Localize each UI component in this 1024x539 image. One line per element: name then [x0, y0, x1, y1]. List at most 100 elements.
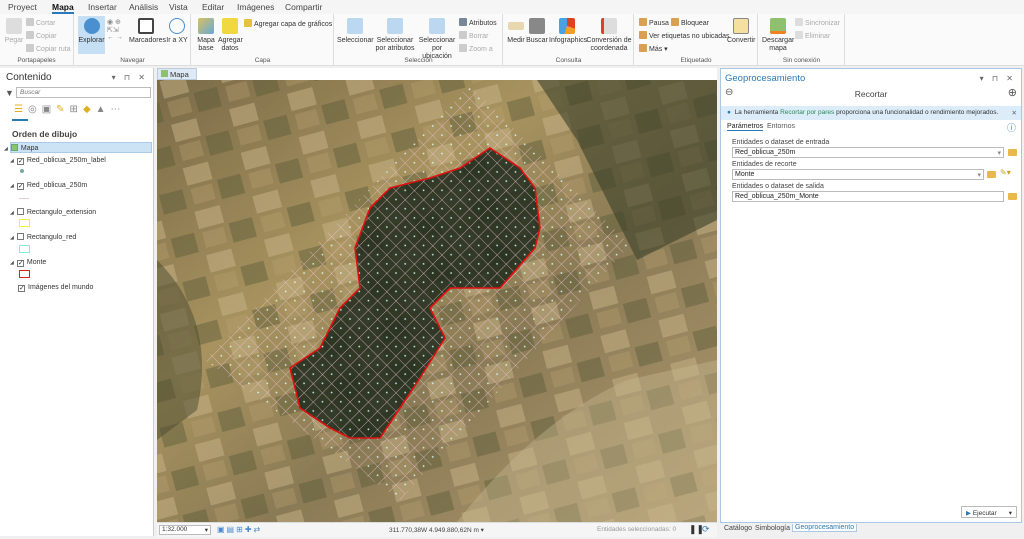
tab-compartir[interactable]: Compartir [285, 2, 322, 12]
tab-mapa[interactable]: Mapa [52, 2, 74, 14]
folder-icon[interactable] [1008, 149, 1017, 156]
refresh-button[interactable]: ⟳ [702, 524, 710, 535]
mas-button[interactable]: Más ▾ [639, 44, 668, 53]
layer-rectangulo-red[interactable]: ◢ Rectangulo_red [10, 233, 76, 241]
ver-etiquetas-button[interactable]: Ver etiquetas no ubicadas [639, 31, 730, 40]
explorar-button[interactable]: Explorar [78, 16, 105, 54]
nav-small-tools[interactable]: ◉ ⊕ ⇱⇲ ← → [107, 18, 123, 41]
contents-view-toolbar[interactable]: ☰◎▣✎⊞◆▲⋯ [14, 104, 140, 118]
editing-icon: ✎ [56, 104, 70, 115]
output-features-field[interactable]: Red_oblicua_250m_Monte [732, 191, 1004, 202]
ribbon-tabs: Proyect Mapa Insertar Análisis Vista Edi… [0, 0, 1024, 14]
add-button[interactable]: ⊕ [1008, 86, 1017, 99]
convertir-button[interactable]: Convertir [727, 18, 755, 45]
geoprocessing-title: Geoprocesamiento [725, 73, 806, 84]
input-features-field[interactable]: Red_oblicua_250m ▾ [732, 147, 1004, 158]
infographics-button[interactable]: Infographics [549, 18, 587, 45]
group-label: Selección [404, 57, 433, 64]
ir-xy-button[interactable]: Ir a XY [165, 18, 189, 45]
recortar-por-pares-link[interactable]: Recortar por pares [780, 109, 834, 116]
map-canvas[interactable] [157, 80, 717, 522]
descargar-mapa-button[interactable]: Descargar mapa [762, 18, 794, 53]
map-icon [10, 144, 18, 151]
scale-selector[interactable]: 1:32.000 ▾ [159, 525, 211, 535]
layer-mapa[interactable]: ◢ Mapa [4, 144, 38, 152]
polygon-symbol-yellow [19, 219, 30, 227]
pausa-button[interactable]: Pausa [639, 18, 669, 27]
binoculars-icon [529, 18, 545, 34]
layer-red-oblicua[interactable]: ◢ ✓ Red_oblicua_250m [10, 182, 87, 190]
contents-pane: Contenido ▾ ⊓ ✕ ▼ ☰◎▣✎⊞◆▲⋯ Orden de dibu… [0, 68, 154, 536]
copy-path-icon [26, 44, 34, 52]
help-icon[interactable]: ⓘ [1007, 121, 1016, 134]
filter-icon[interactable]: ▼ [5, 88, 14, 98]
selection-icon: ▣ [41, 104, 57, 115]
bloquear-button[interactable]: Bloquear [671, 18, 709, 27]
map-tab[interactable]: Mapa ✕ [157, 68, 197, 88]
medir-button[interactable]: Medir [506, 18, 526, 45]
agregar-capa-graficos-button[interactable]: Agregar capa de gráficos [244, 19, 332, 28]
map-svg [157, 80, 717, 522]
atributos-button[interactable]: Atributos [459, 18, 497, 27]
coordinates-readout[interactable]: 311.770,38W 4.949.880,62N m ▾ [389, 526, 484, 534]
contents-search-input[interactable] [16, 87, 151, 98]
tab-editar[interactable]: Editar [202, 2, 224, 12]
borrar-button[interactable]: Borrar [459, 31, 488, 40]
group-label: Navegar [120, 57, 145, 64]
tab-simbologia[interactable]: Simbología [755, 525, 790, 532]
seleccionar-por-ubicacion-button[interactable]: Seleccionar por ubicación [417, 18, 457, 61]
agregar-datos-button[interactable]: Agregar datos [218, 18, 243, 53]
sincronizar-button[interactable]: Sincronizar [795, 18, 840, 27]
tab-insertar[interactable]: Insertar [88, 2, 117, 12]
sketch-pencil-icon[interactable]: ✎▾ [1000, 168, 1011, 177]
polygon-symbol-cyan [19, 245, 30, 253]
clip-features-field[interactable]: Monte ▾ [732, 169, 984, 180]
data-source-icon: ◎ [27, 104, 42, 115]
clear-icon [459, 31, 467, 39]
copiar-button[interactable]: Copiar [26, 31, 57, 40]
tab-entornos[interactable]: Entornos [767, 123, 795, 130]
seleccionar-por-atributos-button[interactable]: Seleccionar por atributos [375, 18, 415, 53]
group-label: Consulta [555, 57, 582, 64]
bottom-pane-tabs: Catálogo Simbología Geoprocesamiento [720, 524, 1024, 537]
layer-rectangulo-extension[interactable]: ◢ Rectangulo_extension [10, 208, 96, 216]
folder-icon[interactable] [987, 171, 996, 178]
zoom-a-button[interactable]: Zoom a [459, 44, 493, 53]
labeling-icon: ◆ [82, 104, 96, 115]
conversion-coordenada-button[interactable]: Conversión de coordenada [586, 18, 632, 53]
ejecutar-button[interactable]: ▶ Ejecutar ▾ [961, 506, 1017, 518]
tab-parametros[interactable]: Parámetros [727, 123, 764, 131]
table-icon [459, 18, 467, 26]
tab-analisis[interactable]: Análisis [129, 2, 158, 12]
pane-controls[interactable]: ▾ ⊓ ✕ [112, 73, 148, 82]
seleccionar-button[interactable]: Seleccionar [337, 18, 374, 45]
tab-catalogo[interactable]: Catálogo [724, 525, 752, 532]
layer-imagenes-mundo[interactable]: ✓ Imágenes del mundo [18, 284, 93, 292]
group-capa: Mapa base Agregar datos Agregar capa de … [192, 14, 334, 66]
tab-project[interactable]: Proyect [8, 2, 37, 12]
checkbox: ✓ [18, 285, 25, 292]
tab-imagenes[interactable]: Imágenes [237, 2, 274, 12]
ribbon: Pegar Cortar Copiar Copiar ruta Portapap… [0, 14, 1024, 66]
copiar-ruta-button[interactable]: Copiar ruta [26, 44, 71, 53]
marcadores-button[interactable]: Marcadores [129, 18, 166, 45]
polygon-symbol-red [19, 270, 30, 278]
tab-geoprocesamiento[interactable]: Geoprocesamiento [792, 524, 858, 532]
layer-monte[interactable]: ◢ ✓ Monte [10, 259, 46, 267]
pane-controls[interactable]: ▾ ⊓ ✕ [980, 74, 1016, 83]
folder-icon[interactable] [1008, 193, 1017, 200]
select-by-attributes-icon [387, 18, 403, 34]
layer-red-oblicua-label[interactable]: ◢ ✓ Red_oblicua_250m_label [10, 157, 106, 165]
checkbox: ✓ [16, 260, 24, 267]
tab-vista[interactable]: Vista [169, 2, 188, 12]
bookmark-icon [138, 18, 154, 34]
map-tools[interactable]: ▣▤⊞✚⇄ [217, 525, 262, 534]
close-banner-icon[interactable]: ✕ [1012, 109, 1017, 117]
checkbox: ✓ [16, 158, 24, 165]
eliminar-button[interactable]: Eliminar [795, 31, 830, 40]
buscar-button[interactable]: Buscar [526, 18, 548, 45]
cortar-button[interactable]: Cortar [26, 18, 55, 27]
pegar-button[interactable]: Pegar [4, 18, 24, 45]
mapa-base-button[interactable]: Mapa base [195, 18, 217, 53]
checkbox: ✓ [16, 183, 24, 190]
